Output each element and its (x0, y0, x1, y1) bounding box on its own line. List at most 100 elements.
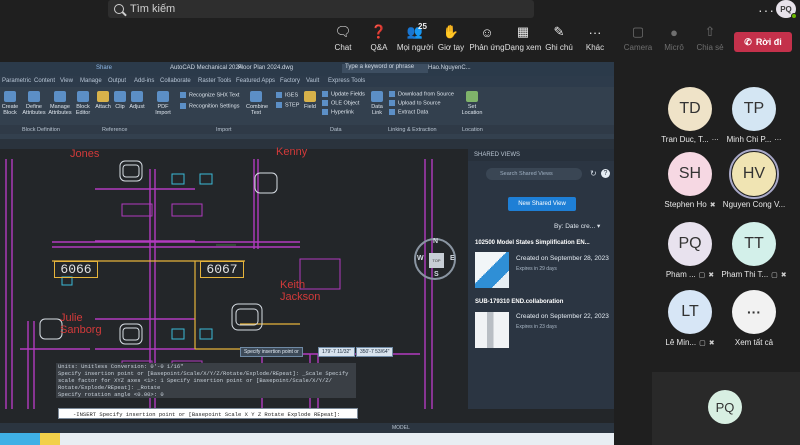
download-source-button[interactable]: Download from Source (389, 91, 454, 97)
attach-icon (97, 91, 109, 102)
menu-manage[interactable]: Manage (80, 78, 102, 84)
define-attributes-icon (28, 91, 40, 102)
define-attributes-button[interactable]: Define Attributes (22, 91, 46, 116)
participant-name: Lê Min... (665, 338, 697, 347)
command-line-input[interactable]: -INSERT Specify insertion point or [Base… (58, 408, 358, 419)
participant-tile[interactable]: TT Pham Thi T... ▢ ✖ (721, 222, 787, 279)
shared-views-search[interactable]: Search Shared Views (486, 168, 582, 180)
adjust-label: Adjust (129, 104, 145, 110)
ole-object-button[interactable]: OLE Object (322, 100, 359, 106)
combine-text-button[interactable]: Combine Text (246, 91, 268, 116)
raise-hand-button[interactable]: ✋ Giơ tay (433, 24, 469, 60)
panel-linking-extraction[interactable]: Linking & Extraction (388, 127, 437, 133)
coordinate-x[interactable]: 179'-7 11/32" (318, 347, 356, 357)
reaction-button[interactable]: ☺ Phản ứng (469, 24, 505, 60)
recognition-settings-button[interactable]: Recognition Settings (180, 103, 239, 109)
refresh-icon[interactable]: ↻ (590, 169, 597, 178)
participant-tile[interactable]: TD Tran Duc, T... ⋯ (660, 87, 720, 144)
menu-featured-apps[interactable]: Featured Apps (236, 78, 275, 84)
qa-button[interactable]: ❓ Q&A (361, 24, 397, 60)
block-editor-button[interactable]: Block Editor (74, 91, 92, 116)
participant-tile[interactable]: HV Nguyen Cong V... (723, 149, 785, 209)
more-icon[interactable]: ⋯ (712, 136, 719, 144)
participant-tile[interactable]: TP Minh Chi P... ⋯ (724, 87, 784, 144)
viewcube-west[interactable]: W (417, 255, 424, 262)
help-icon[interactable]: ? (601, 169, 610, 178)
shared-view-title-1[interactable]: 102500 Model States Simplification EN... (475, 240, 590, 246)
menu-parametric[interactable]: Parametric (2, 78, 31, 84)
search-input[interactable]: Tìm kiếm (130, 3, 175, 15)
people-button[interactable]: 👥 25 Mọi người (397, 22, 433, 60)
step-button[interactable]: STEP (276, 102, 299, 108)
camera-icon: ▢ (771, 271, 778, 279)
participant-tile[interactable]: PQ Pham ... ▢ ✖ (660, 222, 720, 279)
teams-top-bar: Tìm kiếm ··· PQ 🗨 Chat ❓ Q&A 👥 25 Mọi ngư… (0, 0, 800, 62)
keyword-search[interactable]: Type a keyword or phrase (342, 64, 429, 73)
more-options-icon[interactable]: ··· (758, 2, 775, 18)
command-history: Units: Unitless Conversion: 0'-0 1/16" S… (56, 363, 356, 398)
menu-raster-tools[interactable]: Raster Tools (198, 78, 231, 84)
viewcube-north[interactable]: N (433, 238, 438, 245)
set-location-button[interactable]: Set Location (460, 91, 484, 116)
menu-output[interactable]: Output (108, 78, 126, 84)
view-button[interactable]: ▦ Dạng xem (505, 24, 541, 60)
manage-attributes-button[interactable]: Manage Attributes (48, 91, 72, 116)
attach-button[interactable]: Attach (94, 91, 112, 110)
viewcube-top-face[interactable]: TOP (429, 253, 444, 268)
mic-button[interactable]: ● Micrô (656, 24, 692, 60)
participant-tile[interactable]: LT Lê Min... ▢ ✖ (660, 290, 720, 347)
viewcube[interactable]: TOP N E S W (414, 238, 456, 280)
more-button[interactable]: ··· Khác (577, 24, 613, 60)
hyperlink-button[interactable]: Hyperlink (322, 109, 354, 115)
leave-button[interactable]: ✆ Rời đi (734, 32, 792, 52)
share-link[interactable]: Share (96, 65, 112, 71)
adjust-button[interactable]: Adjust (128, 91, 146, 110)
more-icon[interactable]: ⋯ (774, 136, 781, 144)
upload-source-button[interactable]: Upload to Source (389, 100, 441, 106)
menu-collaborate[interactable]: Collaborate (160, 78, 191, 84)
taskbar-segment (40, 433, 60, 445)
create-block-button[interactable]: Create Block (1, 91, 19, 116)
panel-block-definition[interactable]: Block Definition (22, 127, 60, 133)
see-all-button[interactable]: ··· Xem tất cả (724, 290, 784, 347)
shared-view-thumbnail-2[interactable] (475, 312, 509, 348)
share-button[interactable]: ⇧ Chia sẻ (692, 24, 728, 60)
recognize-shx-button[interactable]: Recognize SHX Text (180, 92, 239, 98)
user-avatar[interactable]: PQ (776, 0, 797, 19)
shared-view-thumbnail-1[interactable] (475, 252, 509, 288)
camera-button[interactable]: ▢ Camera (620, 24, 656, 60)
panel-import[interactable]: Import (216, 127, 232, 133)
update-fields-button[interactable]: Update Fields (322, 91, 365, 97)
clip-button[interactable]: Clip (113, 91, 127, 110)
menu-content[interactable]: Content (34, 78, 55, 84)
viewcube-south[interactable]: S (434, 271, 439, 278)
user-name[interactable]: Hao.NguyenC... (428, 65, 471, 71)
participant-tile[interactable]: SH Stephen Ho ✖ (660, 152, 720, 209)
panel-location[interactable]: Location (462, 127, 483, 133)
sort-dropdown[interactable]: By: Date cre... ▾ (554, 222, 600, 230)
viewcube-east[interactable]: E (450, 255, 455, 262)
new-shared-view-button[interactable]: New Shared View (508, 197, 576, 211)
model-space-button[interactable]: MODEL (392, 425, 410, 431)
extract-data-button[interactable]: Extract Data (389, 109, 428, 115)
notes-button[interactable]: ✎ Ghi chú (541, 24, 577, 60)
menu-factory[interactable]: Factory (280, 78, 300, 84)
data-link-button[interactable]: Data Link (368, 91, 386, 116)
panel-reference[interactable]: Reference (102, 127, 127, 133)
mic-off-icon: ✖ (709, 201, 716, 209)
panel-data[interactable]: Data (330, 127, 342, 133)
iges-button[interactable]: IGES (276, 92, 298, 98)
menu-view[interactable]: View (60, 78, 73, 84)
chat-button[interactable]: 🗨 Chat (325, 24, 361, 60)
search-box[interactable]: Tìm kiếm (108, 0, 534, 18)
coordinate-y[interactable]: 350'-7 53/64" (356, 347, 394, 357)
menu-addins[interactable]: Add-ins (134, 78, 154, 84)
self-video-tile[interactable]: PQ (652, 372, 800, 445)
self-avatar: PQ (708, 390, 742, 424)
menu-vault[interactable]: Vault (306, 78, 319, 84)
pdf-import-button[interactable]: PDF Import (154, 91, 172, 116)
field-button[interactable]: Field (302, 91, 318, 110)
more-icon: ··· (588, 24, 602, 40)
menu-express-tools[interactable]: Express Tools (328, 78, 365, 84)
shared-view-title-2[interactable]: SUB-179310 END.collaboration (475, 299, 563, 305)
